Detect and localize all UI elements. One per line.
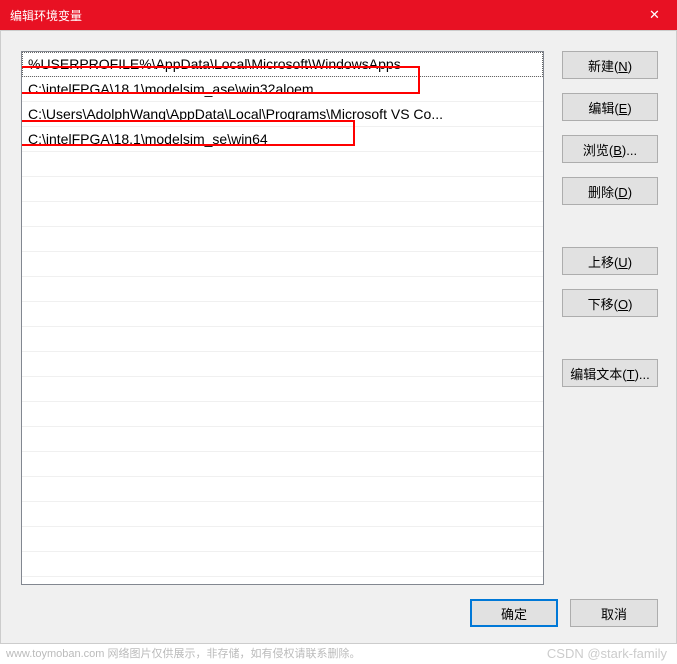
list-empty-row bbox=[22, 502, 543, 527]
list-empty-row bbox=[22, 327, 543, 352]
list-empty-row bbox=[22, 202, 543, 227]
moveup-button[interactable]: 上移(U) bbox=[562, 247, 658, 275]
dialog-body: %USERPROFILE%\AppData\Local\Microsoft\Wi… bbox=[0, 30, 677, 644]
list-empty-row bbox=[22, 552, 543, 577]
list-empty-row bbox=[22, 302, 543, 327]
watermark-left: www.toymoban.com 网络图片仅供展示，非存储，如有侵权请联系删除。 bbox=[6, 645, 360, 661]
list-empty-row bbox=[22, 152, 543, 177]
list-empty-row bbox=[22, 452, 543, 477]
list-empty-row bbox=[22, 277, 543, 302]
list-empty-row bbox=[22, 227, 543, 252]
window-title: 编辑环境变量 bbox=[10, 7, 82, 24]
list-empty-row bbox=[22, 577, 543, 585]
close-button[interactable]: ✕ bbox=[632, 0, 677, 30]
close-icon: ✕ bbox=[649, 7, 660, 23]
list-empty-row bbox=[22, 377, 543, 402]
watermark-right: CSDN @stark-family bbox=[547, 646, 667, 661]
list-item[interactable]: C:\intelFPGA\18.1\modelsim_ase\win32aloe… bbox=[22, 77, 543, 102]
list-empty-row bbox=[22, 527, 543, 552]
movedown-button[interactable]: 下移(O) bbox=[562, 289, 658, 317]
list-empty-row bbox=[22, 477, 543, 502]
list-empty-row bbox=[22, 402, 543, 427]
list-empty-row bbox=[22, 177, 543, 202]
ok-button[interactable]: 确定 bbox=[470, 599, 558, 627]
cancel-button[interactable]: 取消 bbox=[570, 599, 658, 627]
list-item[interactable]: %USERPROFILE%\AppData\Local\Microsoft\Wi… bbox=[22, 52, 543, 77]
titlebar: 编辑环境变量 ✕ bbox=[0, 0, 677, 30]
edittext-button[interactable]: 编辑文本(T)... bbox=[562, 359, 658, 387]
list-item[interactable]: C:\Users\AdolphWang\AppData\Local\Progra… bbox=[22, 102, 543, 127]
side-button-column: 新建(N) 编辑(E) 浏览(B)... 删除(D) 上移(U) 下移(O) 编… bbox=[562, 51, 658, 585]
path-listbox[interactable]: %USERPROFILE%\AppData\Local\Microsoft\Wi… bbox=[21, 51, 544, 585]
list-empty-row bbox=[22, 427, 543, 452]
dialog-footer: 确定 取消 bbox=[470, 599, 658, 627]
delete-button[interactable]: 删除(D) bbox=[562, 177, 658, 205]
browse-button[interactable]: 浏览(B)... bbox=[562, 135, 658, 163]
list-empty-row bbox=[22, 352, 543, 377]
new-button[interactable]: 新建(N) bbox=[562, 51, 658, 79]
list-empty-row bbox=[22, 252, 543, 277]
list-item[interactable]: C:\intelFPGA\18.1\modelsim_se\win64 bbox=[22, 127, 543, 152]
edit-button[interactable]: 编辑(E) bbox=[562, 93, 658, 121]
